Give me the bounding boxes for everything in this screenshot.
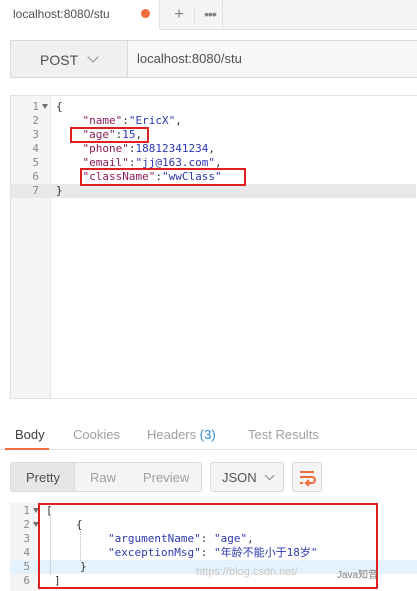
response-tabs: Body Cookies Headers (3) Test Results <box>0 418 417 450</box>
line-number: 6 <box>32 170 39 183</box>
new-tab-plus-icon[interactable]: + <box>168 4 190 26</box>
tab-bar-divider <box>222 0 223 30</box>
tab-headers[interactable]: Headers (3) <box>147 427 216 442</box>
active-tab-underline <box>5 448 49 450</box>
line-number: 7 <box>32 184 39 197</box>
fold-arrow-icon[interactable] <box>42 104 48 109</box>
code-line: 4 "phone":18812341234, <box>11 142 416 156</box>
highlight-box-classname <box>80 168 246 186</box>
wrap-lines-icon <box>300 471 316 487</box>
chevron-down-icon <box>264 470 275 481</box>
highlight-box-age <box>70 127 149 143</box>
code-text: { <box>56 100 63 113</box>
code-line: 2 "name":"EricX", <box>11 114 416 128</box>
line-number: 3 <box>23 532 30 545</box>
more-tabs-ellipsis-icon[interactable]: ••• <box>199 4 221 26</box>
code-text: } <box>56 184 63 197</box>
raw-button[interactable]: Raw <box>90 470 116 485</box>
tab-title: localhost:8080/stu <box>13 7 110 21</box>
wrap-lines-button[interactable] <box>292 462 322 492</box>
method-label: POST <box>40 52 79 68</box>
line-number: 5 <box>32 156 39 169</box>
preview-button[interactable]: Preview <box>143 470 189 485</box>
code-line-active: 7 } <box>11 184 416 198</box>
watermark-brand: Java知音 <box>337 570 379 581</box>
line-number: 2 <box>32 114 39 127</box>
request-body-editor[interactable]: 1 { 2 "name":"EricX", 3 "age":15, 4 "pho… <box>10 95 417 399</box>
line-number: 4 <box>32 142 39 155</box>
line-number: 1 <box>23 504 30 517</box>
code-text: "phone":18812341234, <box>82 142 215 155</box>
line-number: 3 <box>32 128 39 141</box>
line-number: 4 <box>23 546 30 559</box>
tab-bar: localhost:8080/stu + ••• <box>0 0 417 30</box>
view-mode-group: Pretty Raw Preview <box>10 462 202 492</box>
tab-cookies[interactable]: Cookies <box>73 427 120 442</box>
request-bar: POST localhost:8080/stu <box>10 40 417 78</box>
chevron-down-icon <box>87 51 99 63</box>
pretty-button[interactable]: Pretty <box>26 470 60 485</box>
tab-body[interactable]: Body <box>15 427 45 442</box>
line-number: 2 <box>23 518 30 531</box>
unsaved-dot-icon <box>141 9 150 18</box>
url-input[interactable]: localhost:8080/stu <box>137 51 242 66</box>
code-line: 1 { <box>11 100 416 114</box>
tab-divider <box>194 6 195 24</box>
request-tab[interactable]: localhost:8080/stu <box>0 0 160 30</box>
line-number: 1 <box>32 100 39 113</box>
code-text: "name":"EricX", <box>82 114 182 127</box>
format-select[interactable]: JSON <box>210 462 284 492</box>
tab-test-results[interactable]: Test Results <box>248 427 319 442</box>
line-number: 6 <box>23 574 30 587</box>
method-select[interactable]: POST <box>11 41 128 77</box>
line-number: 5 <box>23 560 30 573</box>
tab-headers-label: Headers <box>147 427 197 442</box>
watermark-url: https://blog.csdn.net/ <box>196 566 298 578</box>
format-label: JSON <box>222 470 257 485</box>
headers-count-badge: (3) <box>199 427 216 442</box>
